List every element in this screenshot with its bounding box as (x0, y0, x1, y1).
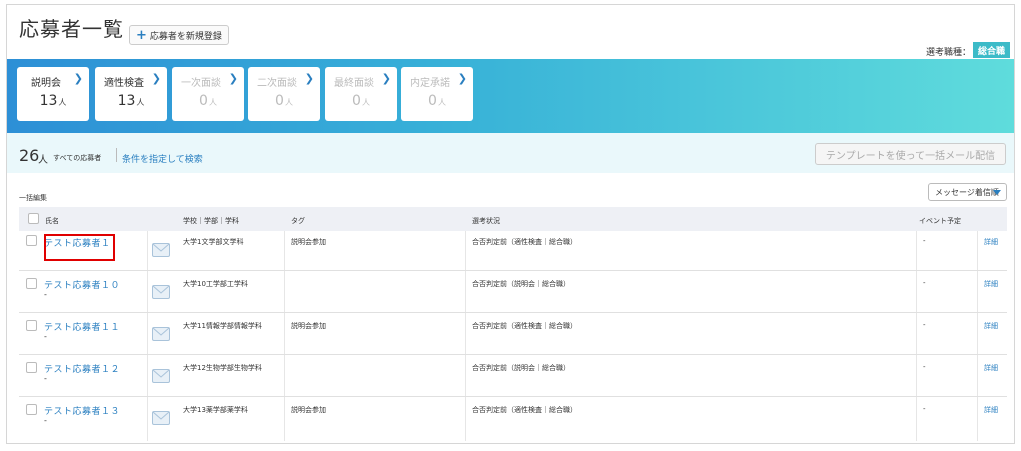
envelope-icon[interactable] (152, 243, 170, 257)
stage-label: 説明会 (31, 78, 61, 89)
chevron-right-icon: ❯ (304, 72, 314, 85)
page-title: 応募者一覧 (19, 17, 124, 41)
status-cell: 合否判定前（説明会｜総合職） (472, 280, 570, 288)
applicant-sub: - (44, 332, 47, 341)
chevron-right-icon: ❯ (228, 72, 238, 85)
status-cell: 合否判定前（適性検査｜総合職） (472, 322, 577, 330)
stage-count: 0人 (428, 93, 446, 109)
school-cell: 大学11情報学部情報学科 (183, 322, 262, 330)
column-divider (284, 231, 285, 441)
column-divider (147, 231, 148, 441)
applicant-sub: - (44, 374, 47, 383)
envelope-icon[interactable] (152, 285, 170, 299)
stage-label: 二次面談 (257, 78, 297, 89)
stage-label: 適性検査 (104, 78, 144, 89)
header-school: 学校｜学部｜学科 (183, 217, 239, 225)
applicant-name-link[interactable]: テスト応募者１０ (44, 278, 120, 291)
status-cell: 合否判定前（適性検査｜総合職） (472, 238, 577, 246)
column-divider (916, 231, 917, 441)
applicant-sub: - (44, 290, 47, 299)
highlight-box (44, 234, 115, 261)
job-type-label: 選考職種： (926, 48, 972, 58)
row-checkbox[interactable] (26, 278, 37, 289)
event-cell: - (923, 237, 926, 245)
header-status: 選考状況 (472, 217, 500, 225)
tag-cell: 説明会参加 (291, 322, 326, 330)
detail-link[interactable]: 詳細 (984, 363, 998, 373)
applicant-name-link[interactable]: テスト応募者１３ (44, 404, 120, 417)
row-checkbox[interactable] (26, 362, 37, 373)
column-divider (465, 231, 466, 441)
school-cell: 大学12生物学部生物学科 (183, 364, 262, 372)
row-divider (19, 312, 1007, 313)
column-divider (977, 231, 978, 441)
search-by-condition-link[interactable]: 条件を指定して検索 (122, 152, 203, 165)
header-tag: タグ (291, 217, 305, 225)
school-cell: 大学1文学部文学科 (183, 238, 244, 246)
detail-link[interactable]: 詳細 (984, 321, 998, 331)
row-checkbox[interactable] (26, 235, 37, 246)
add-applicant-label: 応募者を新規登録 (149, 31, 222, 42)
row-checkbox[interactable] (26, 320, 37, 331)
bulk-mail-button[interactable]: テンプレートを使って一括メール配信 (815, 143, 1006, 165)
tag-cell: 説明会参加 (291, 406, 326, 414)
school-cell: 大学10工学部工学科 (183, 280, 248, 288)
total-unit: 人 (38, 155, 48, 166)
table-header (19, 207, 1007, 231)
row-divider (19, 270, 1007, 271)
school-cell: 大学13薬学部薬学科 (183, 406, 248, 414)
stage-card-first-interview[interactable]: 一次面談 ❯ 0人 (172, 67, 244, 121)
tag-cell: 説明会参加 (291, 238, 326, 246)
chevron-right-icon: ❯ (457, 72, 467, 85)
sort-select-value: メッセージ着信順 (935, 187, 999, 197)
chevron-right-icon: ❯ (73, 72, 83, 85)
chevron-right-icon: ❯ (151, 72, 161, 85)
detail-link[interactable]: 詳細 (984, 279, 998, 289)
applicant-name-link[interactable]: テスト応募者１１ (44, 320, 120, 333)
app-frame: 応募者一覧 + 応募者を新規登録 選考職種： 総合職 説明会 ❯ 13人 適性検… (6, 4, 1015, 444)
row-checkbox[interactable] (26, 404, 37, 415)
detail-link[interactable]: 詳細 (984, 237, 998, 247)
row-divider (19, 396, 1007, 397)
stage-count: 0人 (275, 93, 293, 109)
bulk-edit-label: 一括編集 (19, 194, 47, 202)
stage-card-offer-accepted[interactable]: 内定承諾 ❯ 0人 (401, 67, 473, 121)
envelope-icon[interactable] (152, 411, 170, 425)
stage-card-aptitude-test[interactable]: 適性検査 ❯ 13人 (95, 67, 167, 121)
status-cell: 合否判定前（説明会｜総合職） (472, 364, 570, 372)
stage-label: 内定承諾 (410, 78, 450, 89)
add-applicant-button[interactable]: + 応募者を新規登録 (129, 25, 229, 45)
stage-label: 一次面談 (181, 78, 221, 89)
stage-count: 13人 (117, 93, 145, 109)
envelope-icon[interactable] (152, 369, 170, 383)
detail-link[interactable]: 詳細 (984, 405, 998, 415)
header-event: イベント予定 (919, 217, 961, 225)
stage-card-second-interview[interactable]: 二次面談 ❯ 0人 (248, 67, 320, 121)
stage-count: 0人 (199, 93, 217, 109)
total-count: 26 (19, 146, 40, 165)
status-cell: 合否判定前（適性検査｜総合職） (472, 406, 577, 414)
stage-count: 13人 (39, 93, 67, 109)
divider (116, 148, 117, 162)
stage-label: 最終面談 (334, 78, 374, 89)
select-all-checkbox[interactable] (28, 213, 39, 224)
envelope-icon[interactable] (152, 327, 170, 341)
stage-card-final-interview[interactable]: 最終面談 ❯ 0人 (325, 67, 397, 121)
plus-icon: + (136, 27, 147, 43)
applicant-name-link[interactable]: テスト応募者１２ (44, 362, 120, 375)
row-divider (19, 354, 1007, 355)
event-cell: - (923, 405, 926, 413)
stage-count: 0人 (352, 93, 370, 109)
applicant-sub: - (44, 416, 47, 425)
event-cell: - (923, 279, 926, 287)
event-cell: - (923, 321, 926, 329)
header-name: 氏名 (45, 217, 59, 225)
event-cell: - (923, 363, 926, 371)
chevron-right-icon: ❯ (381, 72, 391, 85)
total-label: すべての応募者 (53, 154, 102, 162)
stage-card-info-session[interactable]: 説明会 ❯ 13人 (17, 67, 89, 121)
caret-down-icon (993, 190, 1001, 195)
sort-select[interactable]: メッセージ着信順 (928, 183, 1007, 201)
job-type-badge[interactable]: 総合職 (973, 42, 1011, 58)
